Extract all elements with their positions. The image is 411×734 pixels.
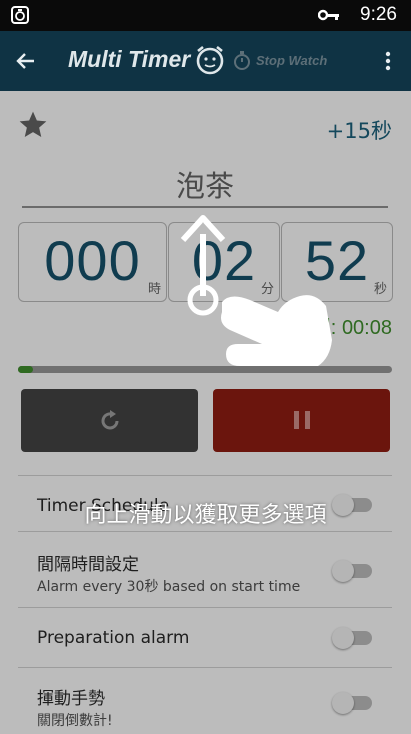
setting-row-preparation-alarm[interactable]: Preparation alarm (18, 607, 392, 668)
seconds-unit: 秒 (373, 282, 387, 297)
setting-sublabel: 關閉倒數計! (37, 713, 113, 729)
hours-value: 000 (44, 229, 141, 292)
setting-row-interval[interactable]: 間隔時間設定 Alarm every 30秒 based on start ti… (18, 531, 392, 608)
status-time: 9:26 (360, 4, 397, 25)
stopwatch-tab[interactable]: Stop Watch (256, 53, 327, 68)
setting-label: Preparation alarm (37, 628, 190, 648)
setting-label: 揮動手勢 (37, 689, 105, 709)
setting-sublabel: Alarm every 30秒 based on start time (37, 579, 301, 595)
star-icon[interactable] (16, 109, 50, 141)
hours-box[interactable]: 000 時 (18, 222, 167, 302)
app-title: Multi Timer (68, 46, 191, 72)
toggle-knob (332, 560, 354, 582)
status-bar: 9:26 (0, 0, 411, 31)
timer-name[interactable]: 泡茶 (22, 163, 388, 205)
key-icon (318, 9, 339, 21)
swipe-hint-text: 向上滑動以獲取更多選項 (84, 503, 327, 528)
minutes-unit: 分 (260, 282, 274, 297)
timer-content: +15秒 泡茶 000 時 02 分 52 秒 經過時間: 00:08 Time… (0, 91, 411, 733)
pause-icon (294, 411, 310, 429)
toggle-knob (332, 692, 354, 714)
back-arrow-icon[interactable] (14, 49, 38, 73)
minutes-box[interactable]: 02 分 (168, 222, 280, 302)
interval-toggle[interactable] (332, 560, 372, 582)
app-notification-icon (11, 6, 29, 24)
pause-button[interactable] (213, 389, 390, 452)
setting-row-wave-gesture[interactable]: 揮動手勢 關閉倒數計! (18, 667, 392, 734)
alarm-clock-icon[interactable] (194, 44, 226, 76)
elapsed-time: 經過時間: 00:08 (251, 311, 392, 340)
hours-unit: 時 (147, 282, 161, 297)
app-bar: Multi Timer Stop Watch (0, 31, 411, 91)
progress-bar (18, 366, 392, 373)
stopwatch-icon[interactable] (233, 51, 251, 71)
toggle-knob (332, 627, 354, 649)
elapsed-value: 00:08 (341, 317, 392, 339)
elapsed-prefix: 經過時間: (250, 317, 337, 339)
progress-fill (18, 366, 33, 373)
seconds-box[interactable]: 52 秒 (281, 222, 393, 302)
more-vert-icon[interactable] (380, 49, 396, 73)
preparation-alarm-toggle[interactable] (332, 627, 372, 649)
name-underline (22, 206, 388, 208)
reset-icon (101, 410, 119, 430)
wave-gesture-toggle[interactable] (332, 692, 372, 714)
add-15-seconds-button[interactable]: +15秒 (327, 115, 392, 145)
setting-label: 間隔時間設定 (37, 555, 139, 575)
reset-button[interactable] (21, 389, 198, 452)
